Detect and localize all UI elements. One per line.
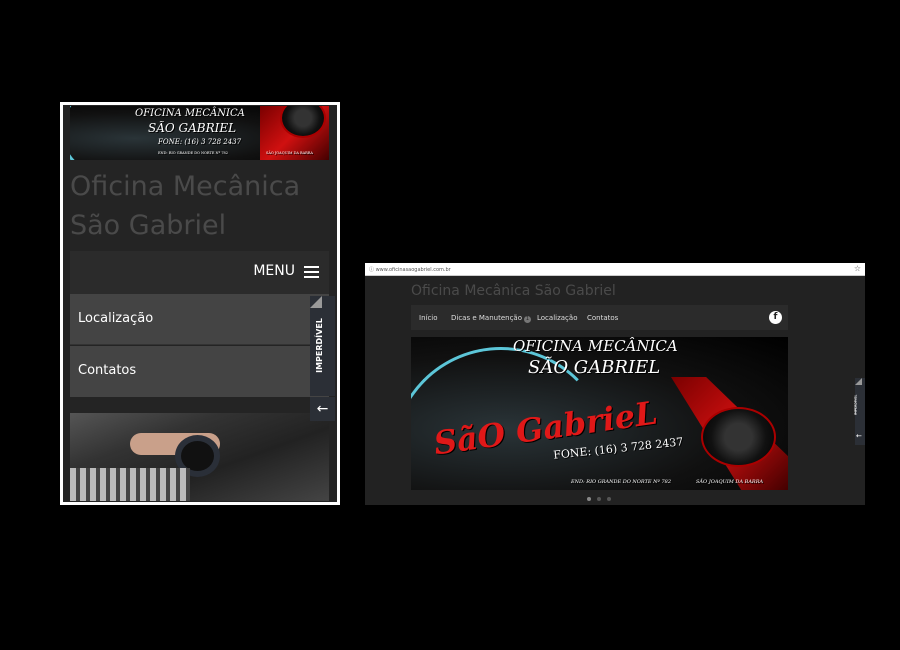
arrow-left-icon[interactable]: ← [310,397,335,421]
engine-photo [70,413,329,501]
hamburger-icon [304,266,319,278]
imperdivel-label: IMPERDÍVEL [853,394,858,416]
banner-line1: OFICINA MECÂNICA [135,108,245,119]
facebook-icon[interactable]: f [769,311,782,324]
imperdivel-label: IMPERDÍVEL [314,318,324,373]
banner-phone: FONE: (16) 3 728 2437 [158,138,242,146]
info-icon: ⓘ [369,267,376,273]
site-title[interactable]: Oficina Mecânica São Gabriel [411,283,616,299]
banner-city: SÃO JOAQUIM DA BARRA [696,479,764,485]
banner-line1: OFICINA MECÂNICA [513,337,678,355]
site-title[interactable]: Oficina Mecânica São Gabriel [70,167,330,245]
imperdivel-tab[interactable]: IMPERDÍVEL ← [853,378,865,445]
nav-localizacao[interactable]: Localização [537,314,577,322]
menu-label: MENU [253,263,295,279]
address-bar[interactable]: ⓘ www.oficinasaogabriel.com.br ☆ [365,263,865,276]
banner-line2: SÃO GABRIEL [148,121,237,135]
banner-address: END: RIO GRANDE DO NORTE Nº 782 [158,151,229,155]
slider-dot-3[interactable] [607,497,611,501]
imperdivel-tab[interactable]: IMPERDÍVEL [310,296,335,396]
bookmark-star-icon[interactable]: ☆ [854,264,861,273]
menu-item-localizacao[interactable]: Localização [70,294,329,345]
banner-line2: SÃO GABRIEL [528,357,661,378]
arrow-left-icon[interactable]: ← [856,432,862,440]
nav-dicas[interactable]: Dicas e Manutenção 1 [451,314,531,323]
nav-dicas-label: Dicas e Manutenção [451,314,522,322]
mobile-screenshot: OFICINA MECÂNICA SÃO GABRIEL FONE: (16) … [60,102,340,505]
banner-city: SÃO JOAQUIM DA BARRA [266,151,313,155]
desktop-screenshot: ⓘ www.oficinasaogabriel.com.br ☆ Oficina… [365,263,865,505]
menu-toggle[interactable]: MENU [70,251,329,294]
hero-slider[interactable]: OFICINA MECÂNICA SÃO GABRIEL SãO GabrieL… [411,337,788,490]
main-nav: Início Dicas e Manutenção 1 Localização C… [411,305,788,330]
nav-contatos[interactable]: Contatos [587,314,618,322]
banner-address: END: RIO GRANDE DO NORTE Nº 782 [571,479,672,485]
nav-badge: 1 [524,316,531,323]
slider-dot-2[interactable] [597,497,601,501]
slider-dot-1[interactable] [587,497,591,501]
url-text: www.oficinasaogabriel.com.br [375,267,451,273]
menu-item-contatos[interactable]: Contatos [70,346,329,397]
nav-inicio[interactable]: Início [419,314,438,322]
header-banner: OFICINA MECÂNICA SÃO GABRIEL FONE: (16) … [70,106,329,160]
